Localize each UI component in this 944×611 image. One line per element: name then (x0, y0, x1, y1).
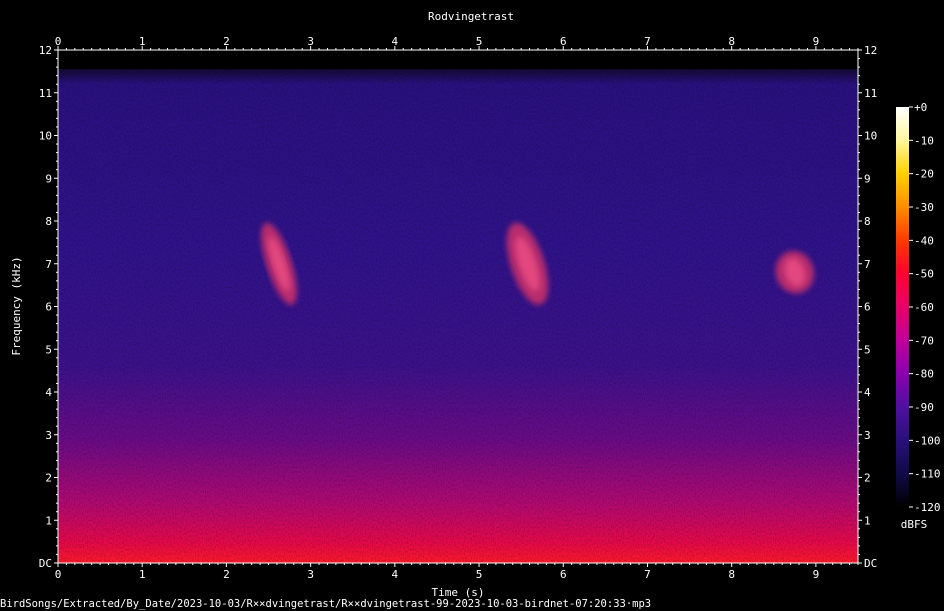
y-tick-label-right: DC (864, 557, 877, 570)
y-tick-label-right: 2 (864, 472, 871, 485)
x-tick-label-bottom: 0 (55, 568, 62, 581)
y-tick-label-left: 12 (39, 44, 52, 57)
y-tick-label-left: 9 (45, 172, 52, 185)
colorbar: +0 -10 -20 -30 -40 -50 -60 -70 -80 -90 -100 -110 -12… (896, 101, 941, 514)
x-tick-label-top: 3 (307, 35, 314, 48)
colorbar-tick-label: -20 (914, 168, 934, 181)
chart-title: Rodvingetrast (428, 10, 514, 23)
x-tick-label-bottom: 9 (813, 568, 820, 581)
colorbar-tick-label: -120 (914, 501, 941, 514)
y-tick-label-right: 9 (864, 172, 871, 185)
spectrogram-window: 0 0 1 1 2 2 3 3 4 4 5 5 6 6 7 7 8 8 9 9 DC DC 1 1 2 2 3 3 4 4 5 5 6 6 7 7 8 8… (0, 0, 944, 611)
colorbar-tick-label: -10 (914, 134, 934, 147)
x-tick-label-top: 2 (223, 35, 230, 48)
y-tick-label-left: 3 (45, 429, 52, 442)
y-tick-label-right: 12 (864, 44, 877, 57)
y-tick-label-left: 5 (45, 343, 52, 356)
spectrogram-chart: 00112233445566778899DC DC1 12 23 34 45 56 67 78 8… (10, 10, 941, 599)
colorbar-tick-label: -30 (914, 201, 934, 214)
file-path: BirdSongs/Extracted/By_Date/2023-10-03/R… (0, 598, 652, 610)
y-tick-label-right: 3 (864, 429, 871, 442)
plot-area (58, 50, 858, 564)
y-tick-label-right: 8 (864, 215, 871, 228)
x-tick-label-bottom: 3 (307, 568, 314, 581)
y-tick-label-right: 11 (864, 87, 877, 100)
x-tick-label-bottom: 7 (644, 568, 651, 581)
colorbar-tick-label: -50 (914, 268, 934, 281)
x-tick-label-top: 8 (728, 35, 735, 48)
y-tick-label-left: 4 (45, 386, 52, 399)
x-tick-label-bottom: 8 (728, 568, 735, 581)
y-tick-label-left: 6 (45, 301, 52, 314)
colorbar-tick-label: -40 (914, 234, 934, 247)
y-tick-label-right: 6 (864, 301, 871, 314)
y-tick-label-right: 10 (864, 130, 877, 143)
y-tick-label-right: 1 (864, 514, 871, 527)
y-tick-label-right: 4 (864, 386, 871, 399)
spectrogram-noise (58, 69, 858, 564)
x-tick-label-top: 6 (560, 35, 567, 48)
x-tick-label-bottom: 6 (560, 568, 567, 581)
x-tick-label-top: 5 (476, 35, 483, 48)
y-tick-label-left: 7 (45, 258, 52, 271)
colorbar-label: dBFS (901, 518, 928, 531)
y-tick-label-left: DC (39, 557, 52, 570)
colorbar-tick-label: +0 (914, 101, 927, 114)
x-tick-label-bottom: 5 (476, 568, 483, 581)
x-tick-label-bottom: 2 (223, 568, 230, 581)
colorbar-tick-label: -60 (914, 301, 934, 314)
x-tick-label-top: 1 (139, 35, 146, 48)
x-tick-label-top: 0 (55, 35, 62, 48)
y-tick-label-left: 10 (39, 130, 52, 143)
y-tick-label-left: 11 (39, 87, 52, 100)
x-tick-label-top: 4 (392, 35, 399, 48)
y-tick-label-left: 2 (45, 472, 52, 485)
x-tick-label-top: 9 (813, 35, 820, 48)
y-tick-label-left: 1 (45, 514, 52, 527)
x-tick-label-top: 7 (644, 35, 651, 48)
colorbar-tick-label: -70 (914, 334, 934, 347)
colorbar-tick-label: -90 (914, 401, 934, 414)
y-axis-label: Frequency (kHz) (10, 256, 23, 355)
colorbar-gradient (896, 107, 909, 507)
y-tick-label-right: 5 (864, 343, 871, 356)
x-tick-label-bottom: 4 (392, 568, 399, 581)
colorbar-tick-label: -110 (914, 468, 941, 481)
colorbar-tick-label: -100 (914, 434, 941, 447)
x-tick-label-bottom: 1 (139, 568, 146, 581)
colorbar-tick-label: -80 (914, 368, 934, 381)
y-tick-label-right: 7 (864, 258, 871, 271)
y-tick-label-left: 8 (45, 215, 52, 228)
